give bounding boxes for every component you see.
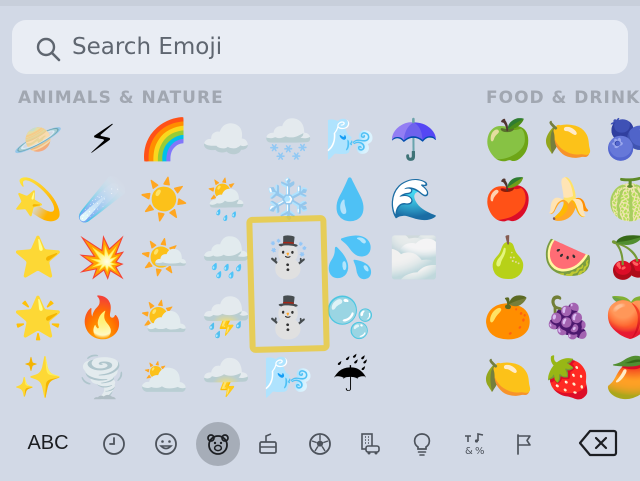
search-input[interactable] [72, 20, 612, 74]
smiley-icon [155, 433, 177, 455]
category-travel-button[interactable] [348, 422, 392, 466]
emoji-key[interactable]: 🍎 [478, 172, 538, 228]
delete-backward-icon[interactable] [578, 428, 618, 458]
emoji-key[interactable]: ☂️ [384, 112, 444, 168]
emoji-key[interactable]: 🫐 [600, 112, 640, 168]
bear-icon [207, 434, 229, 455]
emoji-key[interactable]: 🌥️ [134, 350, 194, 406]
emoji-key[interactable]: ⛈️ [196, 290, 256, 346]
abc-button[interactable]: ABC [18, 428, 78, 458]
emoji-key[interactable]: ⛅ [134, 290, 194, 346]
symbols-icon: &% [465, 433, 485, 457]
emoji-key[interactable]: 🌤️ [134, 230, 194, 286]
emoji-key[interactable]: ⭐ [8, 230, 68, 286]
emoji-key[interactable]: 🪐 [8, 112, 68, 168]
search-icon [36, 37, 61, 62]
category-food-button[interactable] [246, 422, 290, 466]
emoji-key[interactable]: 🌈 [134, 112, 194, 168]
lightbulb-icon [413, 433, 431, 456]
emoji-key[interactable]: 🍌 [538, 172, 598, 228]
emoji-key[interactable]: 💥 [72, 230, 132, 286]
emoji-key[interactable]: ☄️ [72, 172, 132, 228]
emoji-key[interactable]: ⛄ [258, 290, 318, 346]
emoji-key[interactable]: 🌩️ [196, 350, 256, 406]
emoji-key[interactable]: ☃️ [258, 230, 318, 286]
emoji-key[interactable]: ❄️ [258, 172, 318, 228]
emoji-key[interactable]: 🍈 [600, 172, 640, 228]
emoji-key[interactable]: 🍉 [538, 230, 598, 286]
food-icon [259, 433, 277, 454]
emoji-key[interactable]: 💫 [8, 172, 68, 228]
emoji-key[interactable]: 🌨️ [258, 112, 318, 168]
emoji-key[interactable]: 🌫️ [384, 230, 444, 286]
svg-text:%: % [475, 446, 485, 457]
flag-icon [517, 434, 531, 455]
category-smileys-button[interactable] [144, 422, 188, 466]
emoji-key[interactable]: 🫧 [320, 290, 380, 346]
top-strip [0, 0, 640, 6]
emoji-key[interactable]: 🍊 [478, 290, 538, 346]
emoji-key[interactable]: ☁️ [196, 112, 256, 168]
emoji-key[interactable]: ✨ [8, 350, 68, 406]
soccer-ball-icon [309, 433, 331, 455]
clock-icon [103, 433, 125, 455]
emoji-key[interactable]: 🌊 [384, 172, 444, 228]
emoji-key[interactable]: 🍋 [478, 350, 538, 406]
category-flags-button[interactable] [502, 422, 546, 466]
emoji-key[interactable]: ☔ [320, 350, 380, 406]
emoji-key[interactable]: 🌦️ [196, 172, 256, 228]
emoji-key[interactable]: ⚡ [72, 112, 132, 168]
category-activity-button[interactable] [298, 422, 342, 466]
emoji-key[interactable]: 🔥 [72, 290, 132, 346]
emoji-key[interactable]: 🌧️ [196, 230, 256, 286]
emoji-key[interactable]: 🌬️ [258, 350, 318, 406]
search-bar[interactable] [12, 20, 628, 74]
building-car-icon [361, 433, 380, 455]
emoji-key[interactable]: 🍓 [538, 350, 598, 406]
emoji-key[interactable]: 🍇 [538, 290, 598, 346]
emoji-key[interactable]: 🍐 [478, 230, 538, 286]
emoji-key[interactable]: 🍒 [600, 230, 640, 286]
category-objects-button[interactable] [400, 422, 444, 466]
emoji-key[interactable]: 🍏 [478, 112, 538, 168]
emoji-key[interactable]: 🍑 [600, 290, 640, 346]
emoji-key[interactable]: 💦 [320, 230, 380, 286]
keyboard-toolbar: ABC &% [0, 404, 640, 481]
category-recent-button[interactable] [92, 422, 136, 466]
emoji-key[interactable]: 🌬️ [320, 112, 380, 168]
emoji-key[interactable]: ☀️ [134, 172, 194, 228]
emoji-key[interactable]: 🌪️ [72, 350, 132, 406]
emoji-key[interactable]: 🌟 [8, 290, 68, 346]
emoji-key[interactable]: 💧 [320, 172, 380, 228]
svg-text:&: & [465, 446, 473, 457]
emoji-key[interactable]: 🥭 [600, 350, 640, 406]
category-animals-button[interactable] [196, 422, 240, 466]
emoji-grid: 🪐 ⚡ 🌈 ☁️ 🌨️ 🌬️ ☂️ 🍏 🍋 🫐 💫 ☄️ ☀️ 🌦️ ❄️ 💧 🌊 🍎 🍌 🍈 ⭐ 💥 🌤️ 🌧️ ☃️ 💦 🌫️ 🍐… [0, 104, 640, 404]
emoji-key[interactable]: 🍋 [538, 112, 598, 168]
category-symbols-button[interactable]: &% [452, 422, 496, 466]
